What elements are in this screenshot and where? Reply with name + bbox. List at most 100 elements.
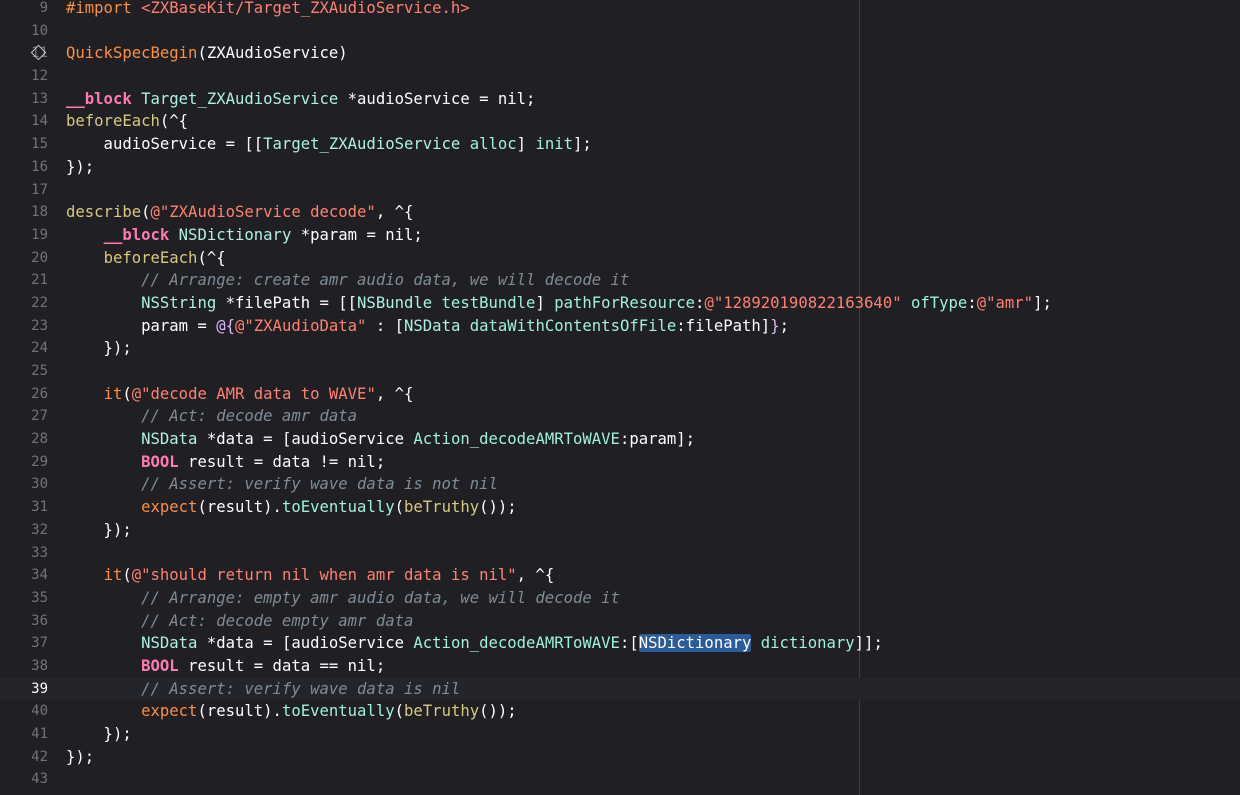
method-name-token: ofType [910, 293, 968, 312]
plain-token: }); [66, 725, 132, 743]
line-number: 27 [31, 408, 48, 425]
code-line[interactable]: 41 }); [0, 723, 1240, 746]
string-token: "128920190822163640" [713, 293, 902, 312]
line-number: 23 [31, 317, 48, 334]
comment-token: // Assert: verify wave data is not nil [141, 475, 498, 494]
code-line[interactable]: 17 [0, 179, 1240, 202]
plain-token: result = data == nil; [178, 656, 386, 675]
literal-brace-token: } [770, 316, 780, 335]
plain-token: *audioService = nil; [338, 89, 536, 108]
code-line[interactable]: 43 [0, 768, 1240, 791]
line-code: BOOL result = data != nil; [66, 451, 385, 474]
plain-token: (^{ [197, 248, 226, 267]
line-code: }); [66, 746, 94, 769]
plain-token: ( [394, 702, 405, 721]
selected-text[interactable]: NSDictionary [638, 634, 752, 653]
plain-token: (result). [197, 702, 282, 721]
line-code: it(@"should return nil when amr data is … [66, 564, 555, 587]
code-line[interactable]: 30 // Assert: verify wave data is not ni… [0, 473, 1240, 496]
code-line[interactable]: 32 }); [0, 519, 1240, 542]
code-editor[interactable]: 9 #import <ZXBaseKit/Target_ZXAudioServic… [0, 0, 1240, 795]
code-line[interactable]: 14 beforeEach(^{ [0, 110, 1240, 133]
line-code: beforeEach(^{ [66, 110, 188, 133]
code-line[interactable]: 31 expect(result).toEventually(beTruthy(… [0, 496, 1240, 519]
plain-token: , ^{ [375, 203, 414, 222]
plain-token: param = [66, 316, 217, 335]
line-number: 9 [39, 0, 48, 16]
code-line[interactable]: 42}); [0, 746, 1240, 769]
line-code: describe(@"ZXAudioService decode", ^{ [66, 201, 413, 224]
plain-token: }); [66, 339, 132, 358]
code-line[interactable]: 33 [0, 542, 1240, 565]
code-line[interactable]: 27 // Act: decode amr data [0, 405, 1240, 428]
line-number: 22 [31, 294, 48, 311]
plain-token: ( [141, 203, 151, 222]
code-line[interactable]: 11 QuickSpecBegin(ZXAudioService) [0, 42, 1240, 65]
code-line[interactable]: 34 it(@"should return nil when amr data … [0, 564, 1240, 587]
keyword-token: __block [66, 89, 132, 108]
line-code: audioService = [[Target_ZXAudioService a… [66, 133, 592, 156]
code-line[interactable]: 22 NSString *filePath = [[NSBundle testB… [0, 292, 1240, 315]
code-line[interactable]: 9 #import <ZXBaseKit/Target_ZXAudioServic… [0, 0, 1240, 20]
line-code: QuickSpecBegin(ZXAudioService) [66, 42, 348, 65]
method-name-token: dictionary [760, 634, 855, 653]
code-line[interactable]: 16}); [0, 156, 1240, 179]
plain-token: *data = [audioService [197, 430, 414, 449]
plain-token: }); [66, 157, 95, 176]
line-code: expect(result).toEventually(beTruthy()); [66, 700, 517, 723]
plain-token: ; [779, 316, 789, 335]
keyword-token: __block [103, 225, 170, 244]
code-line[interactable]: 37 NSData *data = [audioService Action_d… [0, 632, 1240, 655]
code-line[interactable]: 19 __block NSDictionary *param = nil; [0, 224, 1240, 247]
plain-token: *param = nil; [291, 225, 423, 244]
line-number: 39 [31, 680, 48, 697]
code-line[interactable]: 25 [0, 360, 1240, 383]
line-code: __block Target_ZXAudioService *audioServ… [66, 88, 535, 111]
plain-token: : [967, 293, 977, 312]
code-line[interactable]: 13 __block Target_ZXAudioService *audioSe… [0, 88, 1240, 111]
code-line[interactable]: 29 BOOL result = data != nil; [0, 451, 1240, 474]
keyword-token: BOOL [141, 452, 179, 471]
line-code: NSData *data = [audioService Action_deco… [66, 428, 695, 451]
literal-brace-token: @{ [216, 316, 235, 335]
plain-token: :[ [619, 634, 639, 653]
macro-token: #import [66, 0, 142, 17]
code-line[interactable]: 35 // Arrange: empty amr audio data, we … [0, 587, 1240, 610]
line-number: 42 [31, 748, 48, 765]
code-line[interactable]: 12 [0, 65, 1240, 88]
code-line[interactable]: 38 BOOL result = data == nil; [0, 655, 1240, 678]
line-code: beforeEach(^{ [66, 247, 226, 270]
code-line[interactable]: 24 }); [0, 337, 1240, 360]
macro-token: QuickSpecBegin [66, 44, 198, 63]
line-number: 17 [31, 181, 48, 198]
plain-token: , ^{ [516, 566, 555, 585]
method-name-token: Action_decodeAMRToWAVE [413, 634, 620, 653]
method-name-token: init [535, 135, 573, 154]
code-line[interactable]: 15 audioService = [[Target_ZXAudioServic… [0, 133, 1240, 156]
line-number: 12 [31, 68, 48, 85]
line-number: 16 [31, 158, 48, 175]
code-line[interactable]: 20 beforeEach(^{ [0, 247, 1240, 270]
code-line[interactable]: 26 it(@"decode AMR data to WAVE", ^{ [0, 383, 1240, 406]
code-line[interactable]: 36 // Act: decode empty amr data [0, 610, 1240, 633]
code-line[interactable]: 28 NSData *data = [audioService Action_d… [0, 428, 1240, 451]
current-code-line[interactable]: 39 // Assert: verify wave data is nil [0, 677, 1240, 701]
string-prefix-token: @ [704, 293, 714, 312]
code-line[interactable]: 21 // Arrange: create amr audio data, we… [0, 269, 1240, 292]
code-line[interactable]: 40 expect(result).toEventually(beTruthy(… [0, 700, 1240, 723]
string-prefix-token: @ [150, 203, 160, 222]
string-token: "amr" [986, 293, 1034, 312]
line-number: 35 [31, 589, 48, 606]
code-line[interactable]: 18 describe(@"ZXAudioService decode", ^{ [0, 201, 1240, 224]
code-line[interactable]: 23 param = @{@"ZXAudioData" : [NSData da… [0, 315, 1240, 338]
plain-token: (result). [197, 498, 282, 517]
code-line[interactable]: 10 [0, 20, 1240, 43]
class-name-token: NSString [141, 293, 217, 312]
method-name-token: testBundle [441, 293, 536, 312]
